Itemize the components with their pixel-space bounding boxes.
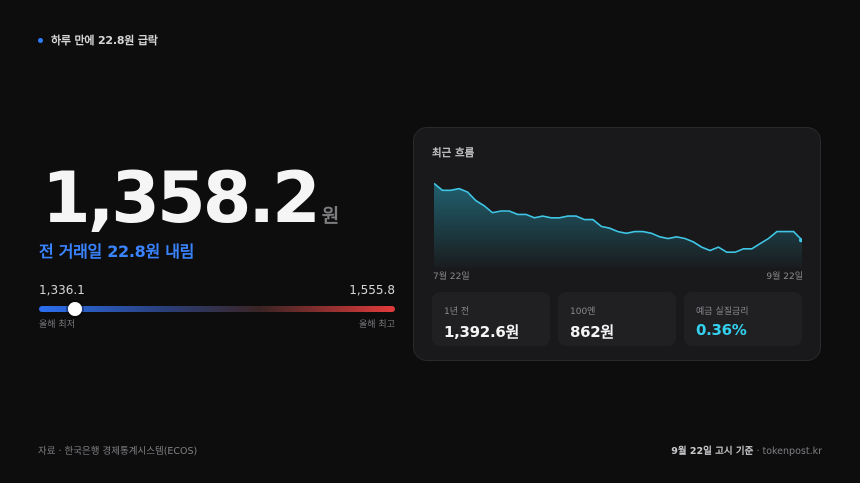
stat-value: 862원 [570, 323, 614, 341]
range-bar [39, 302, 395, 316]
footer-date: 9월 22일 고시 기준 [671, 446, 754, 457]
yearly-range: 1,336.1 1,555.8 올해 최저 올해 최고 [39, 283, 395, 330]
stat-label: 1년 전 [444, 307, 470, 317]
stat-year-ago: 1년 전 1,392.6원 [432, 292, 550, 346]
exchange-rate-unit: 원 [321, 205, 340, 227]
headline-badge: 하루 만에 22.8원 급락 [38, 32, 158, 48]
range-high-value: 1,555.8 [349, 283, 395, 297]
recent-trend-card: 최근 흐름 7월 22일 9월 22일 1년 전 1,392.6원 100엔 8… [413, 127, 821, 361]
footer-meta: 9월 22일 고시 기준 · tokenpost.kr [671, 443, 822, 457]
exchange-rate-value: 1,358.2 [42, 157, 321, 239]
range-low-label: 올해 최저 [39, 320, 75, 330]
stat-value: 0.36% [696, 321, 747, 339]
card-title: 최근 흐름 [432, 147, 475, 159]
trend-area [434, 183, 802, 268]
headline-text: 하루 만에 22.8원 급락 [51, 34, 158, 47]
range-low-value: 1,336.1 [39, 283, 85, 297]
range-current-marker [67, 302, 82, 316]
chart-x-end: 9월 22일 [766, 272, 803, 282]
chart-x-start: 7월 22일 [433, 272, 470, 282]
source-note: 자료 · 한국은행 경제통계시스템(ECOS) [38, 446, 198, 457]
bullet-dot-icon [38, 37, 43, 43]
trend-chart [434, 182, 802, 268]
stat-label: 예금 실질금리 [696, 307, 749, 317]
stat-real-interest: 예금 실질금리 0.36% [684, 292, 802, 346]
exchange-rate: 1,358.2 원 [42, 158, 339, 238]
stat-100-yen: 100엔 862원 [558, 292, 676, 346]
footer-site: · tokenpost.kr [753, 446, 822, 457]
range-high-label: 올해 최고 [359, 320, 395, 330]
change-text: 전 거래일 22.8원 내림 [39, 242, 195, 261]
stat-value: 1,392.6원 [444, 323, 519, 341]
stat-label: 100엔 [570, 307, 596, 317]
